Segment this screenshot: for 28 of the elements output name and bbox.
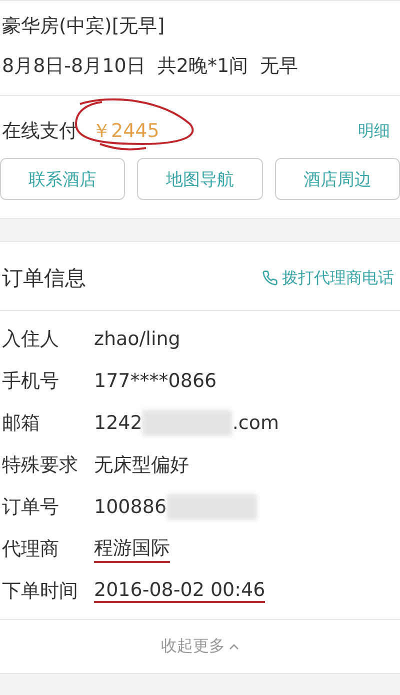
field-value: 177****0866	[94, 370, 217, 392]
action-button[interactable]: 酒店周边	[274, 158, 400, 200]
field-value: 1242	[94, 412, 142, 434]
section-title: 订单信息	[2, 265, 86, 292]
field-label: 入住人	[2, 327, 60, 352]
field-value: .com	[232, 412, 279, 434]
field-label: 下单时间	[2, 579, 79, 604]
field-label: 邮箱	[2, 411, 41, 436]
phone-icon	[262, 270, 278, 286]
details-link[interactable]: 明细	[358, 120, 390, 142]
caret-icon	[229, 643, 239, 650]
collapse-link[interactable]: 收起更多	[0, 620, 400, 673]
field-value: 无床型偏好	[94, 453, 189, 478]
stay-dates: 8月8日-8月10日 共2晚*1间 无早	[2, 54, 300, 79]
action-button[interactable]: 联系酒店	[0, 158, 126, 200]
field-value: 2016-08-02 00:46	[94, 579, 266, 603]
room-name: 豪华房(中宾)[无早]	[2, 14, 166, 39]
field-label: 特殊要求	[2, 453, 79, 478]
field-label: 代理商	[2, 537, 60, 562]
call-agent-link[interactable]: 拨打代理商电话	[262, 268, 394, 288]
field-label: 订单号	[2, 495, 60, 520]
payment-label: 在线支付	[2, 119, 78, 144]
field-value: 100886	[94, 496, 167, 518]
price: ￥2445	[92, 119, 160, 144]
field-label: 手机号	[2, 369, 60, 394]
action-button[interactable]: 地图导航	[137, 158, 263, 200]
field-value: 程游国际	[94, 535, 170, 563]
field-value: zhao/ling	[94, 328, 180, 350]
